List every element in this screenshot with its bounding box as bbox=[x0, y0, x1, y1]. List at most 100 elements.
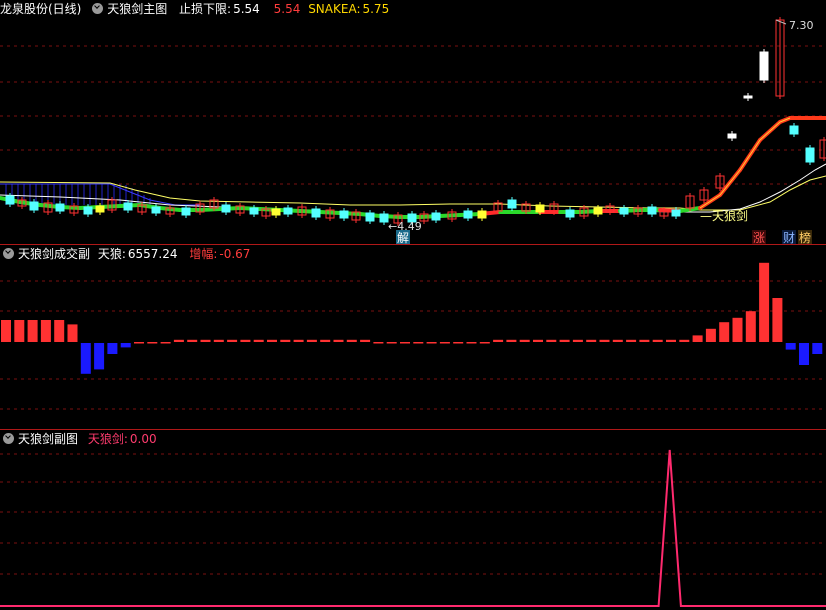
candle-body bbox=[379, 213, 389, 223]
volume-bar bbox=[173, 339, 184, 342]
volume-bar bbox=[666, 339, 676, 342]
volume-bar bbox=[386, 342, 397, 344]
candle-body bbox=[83, 206, 93, 215]
volume-bar bbox=[439, 342, 450, 344]
volume-bar bbox=[479, 342, 490, 344]
candle-body bbox=[5, 195, 15, 205]
volume-bar bbox=[373, 342, 384, 344]
candle-body bbox=[743, 95, 753, 99]
candle-body bbox=[535, 204, 545, 213]
volume-bar bbox=[812, 343, 823, 354]
volume-bar bbox=[80, 343, 91, 374]
volume-panel-header: 天狼剑成交副 天狼: 6557.24 增幅: -0.67 bbox=[0, 245, 254, 263]
volume-value: 6557.24 bbox=[127, 247, 178, 261]
volume-bar bbox=[626, 339, 637, 342]
candle-body bbox=[789, 125, 799, 135]
volume-bar bbox=[40, 320, 51, 342]
sub-value: 0.00 bbox=[129, 432, 157, 446]
stop-value-2: 5.54 bbox=[273, 2, 301, 16]
stop-value: 5.54 bbox=[233, 2, 260, 16]
sub-indicator-name[interactable]: 天狼剑副图 bbox=[18, 432, 78, 446]
volume-change-label: 增幅: bbox=[189, 247, 218, 261]
high-price-label: 7.30 bbox=[789, 19, 814, 32]
volume-bar bbox=[745, 311, 756, 342]
candle-body bbox=[819, 139, 826, 159]
volume-bar bbox=[134, 342, 144, 344]
sub-value-label: 天狼剑: bbox=[87, 432, 128, 446]
volume-bar bbox=[227, 339, 238, 342]
volume-bar bbox=[785, 343, 796, 350]
badge-bang: 榜 bbox=[799, 230, 811, 245]
sub-settings-icon[interactable] bbox=[3, 433, 14, 444]
candle-body bbox=[283, 207, 293, 215]
volume-bar bbox=[346, 339, 357, 342]
volume-bar bbox=[799, 343, 809, 365]
volume-bar bbox=[692, 335, 703, 342]
volume-bar bbox=[360, 339, 371, 342]
volume-bar bbox=[320, 339, 331, 342]
volume-bar bbox=[107, 343, 118, 354]
candle-body bbox=[477, 210, 487, 219]
candle-body bbox=[365, 212, 375, 222]
sword-band-segment bbox=[198, 207, 222, 212]
sub-chart-canvas[interactable] bbox=[0, 430, 826, 610]
volume-bar bbox=[599, 339, 610, 342]
volume-bar bbox=[519, 339, 530, 342]
volume-bar bbox=[147, 342, 158, 344]
main-panel-header: 龙泉股份(日线) 天狼剑主图 止损下限: 5.54 5.54 SNAKEA: 5.7… bbox=[0, 0, 393, 18]
candle-body bbox=[463, 210, 473, 219]
candle-body bbox=[55, 203, 65, 212]
volume-bar bbox=[426, 342, 437, 344]
sword-band-highlight bbox=[699, 117, 791, 209]
snake-label: SNAKEA: bbox=[308, 2, 361, 16]
volume-chart-canvas[interactable] bbox=[0, 245, 826, 430]
volume-bar bbox=[413, 342, 424, 344]
volume-indicator-name[interactable]: 天狼剑成交副 bbox=[18, 247, 90, 261]
sub-indicator-panel[interactable]: 天狼剑副图 天狼剑: 0.00 bbox=[0, 430, 826, 610]
volume-bar bbox=[54, 320, 65, 342]
volume-bar bbox=[333, 339, 344, 342]
candle-body bbox=[619, 207, 629, 215]
sword-band-segment bbox=[438, 213, 462, 218]
volume-bar bbox=[586, 339, 597, 342]
candle-body bbox=[95, 205, 105, 213]
candle-body bbox=[671, 209, 681, 217]
volume-bar bbox=[639, 339, 650, 342]
candle-body bbox=[151, 206, 161, 214]
volume-bar bbox=[466, 342, 477, 344]
candle-body bbox=[593, 207, 603, 215]
volume-bar bbox=[280, 339, 291, 342]
volume-bar bbox=[453, 342, 464, 344]
volume-bar bbox=[267, 339, 277, 342]
volume-bar bbox=[572, 339, 583, 342]
volume-bar bbox=[306, 339, 317, 342]
volume-bar bbox=[679, 339, 690, 342]
volume-bar bbox=[94, 343, 105, 370]
volume-bar bbox=[705, 328, 716, 342]
candle-body bbox=[339, 210, 349, 219]
candle-body bbox=[647, 206, 657, 215]
candle-body bbox=[221, 204, 231, 213]
candle-body bbox=[759, 51, 769, 81]
volume-bar bbox=[14, 320, 25, 342]
main-chart-canvas[interactable]: 7.30←4.49—天狼剑解涨财榜 bbox=[0, 0, 826, 245]
volume-bar bbox=[160, 342, 171, 344]
candle-body bbox=[181, 207, 191, 216]
volume-indicator-panel[interactable]: 天狼剑成交副 天狼: 6557.24 增幅: -0.67 bbox=[0, 245, 826, 430]
volume-bar bbox=[546, 339, 557, 342]
volume-bar bbox=[732, 317, 743, 342]
main-chart-panel[interactable]: 7.30 ←4.49 —天狼剑解涨财榜 龙泉股份(日线) 天狼剑主图 止损下限: 5.… bbox=[0, 0, 826, 245]
volume-bar bbox=[506, 339, 517, 342]
candle-body bbox=[271, 208, 281, 216]
badge-cai: 财 bbox=[783, 231, 795, 245]
volume-bar bbox=[67, 324, 78, 342]
indicator-settings-icon[interactable] bbox=[92, 3, 104, 14]
candle-body bbox=[727, 133, 737, 139]
volume-bar bbox=[759, 262, 770, 342]
volume-settings-icon[interactable] bbox=[3, 248, 14, 259]
main-indicator-name[interactable]: 天狼剑主图 bbox=[107, 2, 167, 16]
volume-change-value: -0.67 bbox=[219, 247, 251, 261]
snake-value: 5.75 bbox=[362, 2, 390, 16]
candle-body bbox=[431, 212, 441, 221]
volume-bar bbox=[187, 339, 198, 342]
